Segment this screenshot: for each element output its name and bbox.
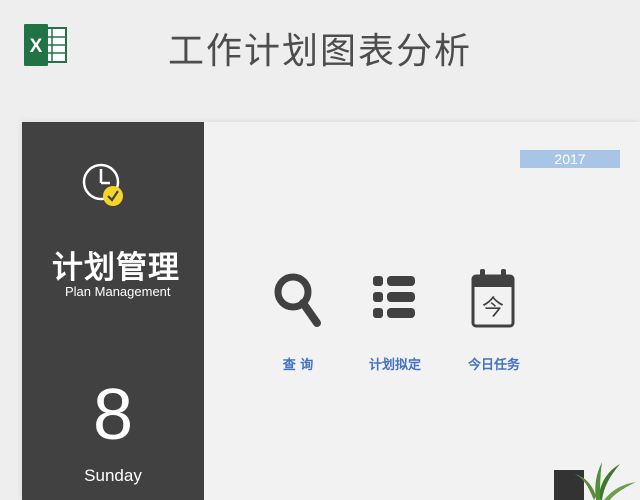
- day-number: 8: [92, 375, 134, 455]
- today-tasks-button[interactable]: 今 今日任务: [444, 268, 544, 378]
- plant-icon: [554, 462, 636, 500]
- calendar-icon-text: 今: [482, 296, 504, 321]
- calendar-icon: 今: [471, 269, 515, 328]
- search-icon: [274, 273, 321, 327]
- page-title: 工作计划图表分析: [167, 31, 472, 72]
- plan-draft-label: 计划拟定: [368, 358, 421, 373]
- year-badge: 2017: [520, 150, 620, 168]
- clock-check-icon: [82, 163, 123, 206]
- query-label: 查 询: [282, 358, 314, 373]
- plan-draft-button[interactable]: 计划拟定: [345, 268, 445, 378]
- sidebar-subtitle: Plan Management: [65, 284, 171, 299]
- list-icon: [373, 276, 415, 318]
- day-name: Sunday: [84, 466, 142, 485]
- query-button[interactable]: 查 询: [248, 268, 348, 378]
- sidebar-title: 计划管理: [52, 250, 180, 286]
- today-tasks-label: 今日任务: [467, 358, 520, 373]
